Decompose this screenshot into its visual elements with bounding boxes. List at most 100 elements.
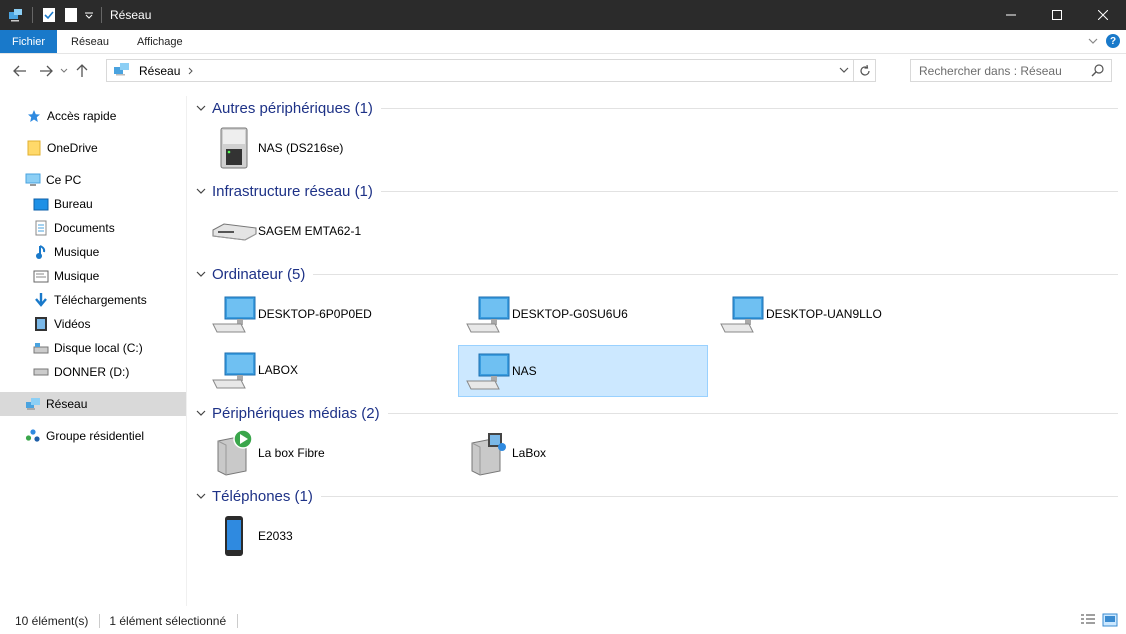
sidebar-item-documents[interactable]: Documents bbox=[0, 216, 186, 240]
sidebar-item-onedrive[interactable]: OneDrive bbox=[0, 136, 186, 160]
group-header-peripheriques-medias[interactable]: Périphériques médias (2) bbox=[188, 402, 1118, 424]
recent-locations-button[interactable] bbox=[58, 59, 70, 83]
network-app-icon[interactable] bbox=[8, 7, 24, 23]
nas-device-icon bbox=[210, 124, 258, 172]
network-item-e2033[interactable]: E2033 bbox=[208, 510, 458, 562]
item-count: 10 élément(s) bbox=[15, 614, 89, 628]
sidebar-item-label: Musique bbox=[54, 269, 100, 283]
group-header-infrastructure-reseau[interactable]: Infrastructure réseau (1) bbox=[188, 180, 1118, 202]
expand-ribbon-chevron-icon[interactable] bbox=[1088, 34, 1098, 48]
breadcrumb-network[interactable]: Réseau bbox=[139, 64, 180, 78]
details-view-icon[interactable] bbox=[1080, 613, 1096, 630]
new-folder-icon[interactable] bbox=[63, 7, 79, 23]
group-header-telephones[interactable]: Téléphones (1) bbox=[188, 485, 1118, 507]
minimize-icon bbox=[1006, 14, 1016, 16]
item-label: E2033 bbox=[258, 529, 293, 543]
address-dropdown-chevron-icon[interactable] bbox=[839, 63, 849, 80]
homegroup-icon bbox=[25, 428, 41, 444]
network-icon bbox=[113, 61, 131, 80]
sidebar-item-telechargements[interactable]: Téléchargements bbox=[0, 288, 186, 312]
network-item-nas-ds216se[interactable]: NAS (DS216se) bbox=[208, 122, 458, 174]
sidebar-item-musique-2[interactable]: Musique bbox=[0, 264, 186, 288]
sidebar-item-bureau[interactable]: Bureau bbox=[0, 192, 186, 216]
quick-access-toolbar bbox=[0, 0, 104, 30]
ribbon-tabs: Fichier Réseau Affichage ? bbox=[0, 30, 1126, 54]
window-controls bbox=[988, 0, 1126, 30]
network-item-desktop-6p0p0ed[interactable]: DESKTOP-6P0P0ED bbox=[208, 288, 458, 340]
network-item-desktop-g0su6u6[interactable]: DESKTOP-G0SU6U6 bbox=[462, 288, 712, 340]
toolbar-separator bbox=[32, 7, 33, 23]
collapse-chevron-icon[interactable] bbox=[196, 409, 210, 417]
network-item-sagem-emta62-1[interactable]: SAGEM EMTA62-1 bbox=[208, 205, 458, 257]
sidebar-item-disque-c[interactable]: Disque local (C:) bbox=[0, 336, 186, 360]
sidebar-item-label: DONNER (D:) bbox=[54, 365, 130, 379]
collapse-chevron-icon[interactable] bbox=[196, 187, 210, 195]
collapse-chevron-icon[interactable] bbox=[196, 492, 210, 500]
drive-d-icon bbox=[33, 364, 49, 380]
group-divider bbox=[320, 495, 1118, 497]
star-icon bbox=[26, 108, 42, 124]
video-icon bbox=[33, 316, 49, 332]
help-icon[interactable]: ? bbox=[1106, 34, 1120, 48]
up-button[interactable] bbox=[70, 59, 94, 83]
group-divider bbox=[380, 107, 1118, 109]
large-icons-view-icon[interactable] bbox=[1102, 613, 1118, 630]
computer-icon bbox=[210, 290, 258, 338]
item-label: La box Fibre bbox=[258, 446, 325, 460]
window-title: Réseau bbox=[110, 8, 152, 22]
music-icon bbox=[33, 244, 49, 260]
sidebar-item-label: Documents bbox=[54, 221, 115, 235]
network-icon bbox=[25, 396, 41, 412]
search-input[interactable]: Rechercher dans : Réseau bbox=[910, 59, 1112, 82]
sidebar-item-reseau[interactable]: Réseau bbox=[0, 392, 186, 416]
tab-affichage[interactable]: Affichage bbox=[123, 30, 197, 53]
breadcrumb: Réseau bbox=[113, 61, 194, 80]
item-label: DESKTOP-UAN9LLO bbox=[766, 307, 882, 321]
group-header-ordinateur[interactable]: Ordinateur (5) bbox=[188, 263, 1118, 285]
router-icon bbox=[210, 207, 258, 255]
address-bar[interactable]: Réseau bbox=[106, 59, 876, 82]
onedrive-folder-icon bbox=[26, 140, 42, 156]
computer-icon bbox=[210, 346, 258, 394]
collapse-chevron-icon[interactable] bbox=[196, 104, 210, 112]
sidebar-item-label: OneDrive bbox=[47, 141, 98, 155]
group-divider bbox=[313, 273, 1118, 275]
sidebar-item-label: Téléchargements bbox=[54, 293, 147, 307]
item-label: LABOX bbox=[258, 363, 299, 377]
close-button[interactable] bbox=[1080, 0, 1126, 30]
sidebar-item-donner-d[interactable]: DONNER (D:) bbox=[0, 360, 186, 384]
minimize-button[interactable] bbox=[988, 0, 1034, 30]
sidebar-item-label: Ce PC bbox=[46, 173, 82, 187]
search-icon[interactable] bbox=[1091, 63, 1105, 80]
group-title: Infrastructure réseau (1) bbox=[212, 182, 373, 200]
computer-icon bbox=[464, 290, 512, 338]
sidebar-item-acces-rapide[interactable]: Accès rapide bbox=[0, 104, 186, 128]
status-bar: 10 élément(s) 1 élément sélectionné bbox=[0, 608, 1126, 634]
tab-fichier[interactable]: Fichier bbox=[0, 30, 58, 53]
network-item-desktop-uan9llo[interactable]: DESKTOP-UAN9LLO bbox=[716, 288, 966, 340]
network-item-nas[interactable]: NAS bbox=[458, 345, 708, 397]
back-button[interactable] bbox=[8, 59, 32, 83]
sidebar-item-musique[interactable]: Musique bbox=[0, 240, 186, 264]
file-view: Autres périphériques (1) NAS (DS216se) I… bbox=[188, 96, 1118, 606]
sidebar-item-groupe-residentiel[interactable]: Groupe résidentiel bbox=[0, 424, 186, 448]
customize-toolbar-chevron-icon[interactable] bbox=[85, 7, 93, 23]
collapse-chevron-icon[interactable] bbox=[196, 270, 210, 278]
computer-icon bbox=[25, 172, 41, 188]
maximize-button[interactable] bbox=[1034, 0, 1080, 30]
refresh-icon bbox=[859, 64, 870, 76]
sidebar-item-ce-pc[interactable]: Ce PC bbox=[0, 168, 186, 192]
properties-icon[interactable] bbox=[41, 7, 57, 23]
network-item-la-box-fibre[interactable]: La box Fibre bbox=[208, 427, 458, 479]
group-header-autres-peripheriques[interactable]: Autres périphériques (1) bbox=[188, 97, 1118, 119]
forward-button[interactable] bbox=[34, 59, 58, 83]
sidebar-item-label: Vidéos bbox=[54, 317, 91, 331]
network-item-labox-media[interactable]: LaBox bbox=[462, 427, 712, 479]
sidebar-item-label: Réseau bbox=[46, 397, 88, 411]
network-item-labox[interactable]: LABOX bbox=[208, 344, 458, 396]
maximize-icon bbox=[1052, 10, 1062, 20]
sidebar-item-videos[interactable]: Vidéos bbox=[0, 312, 186, 336]
refresh-button[interactable] bbox=[853, 60, 875, 81]
tab-reseau[interactable]: Réseau bbox=[57, 30, 123, 53]
breadcrumb-chevron-icon[interactable] bbox=[188, 64, 194, 78]
